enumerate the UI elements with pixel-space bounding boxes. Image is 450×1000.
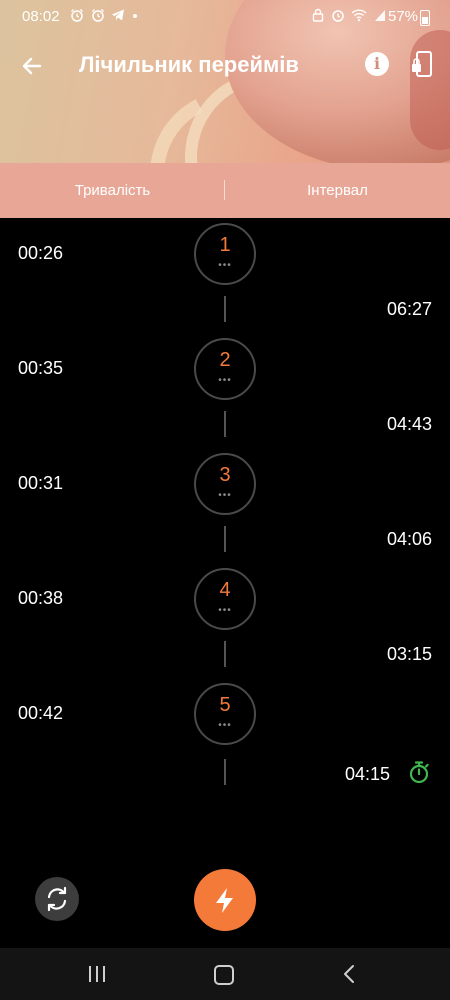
lock-icon: [312, 8, 324, 22]
timeline-connector: [224, 296, 226, 322]
contraction-timeline: 00:26 1 ••• 06:27 00:35 2 ••• 04:43 00:3…: [0, 218, 450, 838]
contraction-counter-screen: 08:02 57% Лічильник переймів i Триваліст…: [0, 0, 450, 1000]
more-dots-icon: •••: [218, 490, 232, 501]
contraction-number: 4: [219, 579, 231, 601]
contraction-number-button[interactable]: 4 •••: [194, 568, 256, 630]
contraction-interval: 04:43: [386, 414, 432, 434]
dot-icon: [132, 14, 137, 18]
contraction-number-button[interactable]: 2 •••: [194, 338, 256, 400]
contraction-number: 2: [219, 349, 231, 371]
contraction-number-button[interactable]: 5 •••: [194, 683, 256, 745]
telegram-icon: [112, 9, 125, 21]
system-nav-bar: [0, 948, 450, 1000]
notification-icons: [70, 8, 138, 25]
battery-level: 57%: [388, 8, 419, 25]
alarm-icon: [71, 9, 83, 22]
arrow-left-icon: [22, 57, 42, 75]
sync-icon: [47, 886, 67, 912]
system-icons: [312, 8, 386, 25]
stopwatch-icon: [408, 760, 430, 784]
recent-apps-button[interactable]: [86, 965, 108, 983]
app-bar: Лічильник переймів i: [0, 40, 450, 92]
signal-icon: [374, 10, 385, 21]
more-dots-icon: •••: [218, 260, 232, 271]
contraction-number-button[interactable]: 3 •••: [194, 453, 256, 515]
info-icon: i: [373, 54, 381, 73]
timeline-connector: [224, 641, 226, 667]
chevron-left-icon: [344, 965, 354, 983]
contraction-entry: 00:31 3 ••• 04:06: [0, 448, 450, 563]
contraction-duration: 00:38: [18, 588, 64, 608]
tab-duration[interactable]: Тривалість: [0, 163, 225, 218]
nav-back-button[interactable]: [338, 962, 360, 986]
contraction-number: 5: [219, 694, 231, 716]
contraction-duration: 00:42: [18, 703, 64, 723]
current-interval-timer: 04:15: [345, 764, 391, 784]
alarm-icon: [91, 9, 104, 22]
contraction-number: 3: [219, 464, 231, 486]
contraction-entry: 00:35 2 ••• 04:43: [0, 333, 450, 448]
contraction-interval: 04:06: [386, 529, 432, 549]
battery-icon: [420, 10, 430, 26]
alarm-icon: [331, 10, 344, 22]
contraction-interval: 03:15: [386, 644, 432, 664]
start-contraction-button[interactable]: [194, 869, 256, 931]
more-dots-icon: •••: [218, 375, 232, 386]
contraction-duration: 00:35: [18, 358, 64, 378]
home-button[interactable]: [214, 965, 234, 985]
status-bar: 08:02 57%: [0, 0, 450, 34]
info-button[interactable]: i: [365, 52, 389, 76]
contraction-number: 1: [219, 234, 231, 256]
contraction-interval: 06:27: [386, 299, 432, 319]
back-button[interactable]: [16, 50, 48, 82]
phone-lock-icon: [412, 51, 432, 77]
reset-button[interactable]: [35, 877, 79, 921]
timeline-connector: [224, 411, 226, 437]
more-dots-icon: •••: [218, 605, 232, 616]
phone-lock-button[interactable]: [410, 50, 434, 80]
page-title: Лічильник переймів: [79, 52, 299, 77]
contraction-entry: 00:26 1 ••• 06:27: [0, 218, 450, 333]
more-dots-icon: •••: [218, 720, 232, 731]
contraction-duration: 00:26: [18, 243, 64, 263]
status-time: 08:02: [22, 8, 60, 25]
column-header-row: Тривалість Інтервал: [0, 163, 450, 218]
timeline-connector: [224, 759, 226, 785]
tab-interval[interactable]: Інтервал: [225, 163, 450, 218]
contraction-number-button[interactable]: 1 •••: [194, 223, 256, 285]
timeline-connector: [224, 526, 226, 552]
contraction-entry: 00:38 4 ••• 03:15: [0, 563, 450, 678]
contraction-duration: 00:31: [18, 473, 64, 493]
lightning-icon: [216, 888, 233, 913]
wifi-icon: [351, 9, 367, 22]
